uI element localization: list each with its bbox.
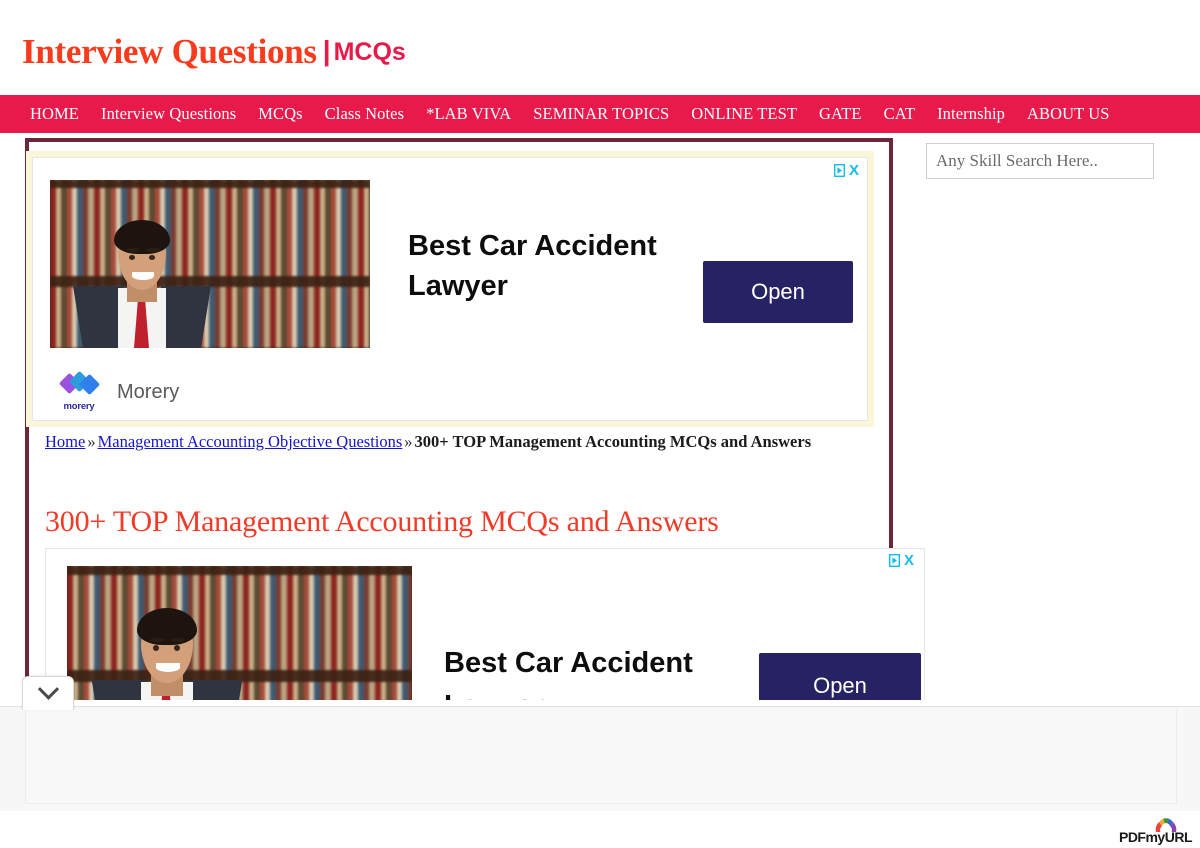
nav-item-about-us[interactable]: ABOUT US <box>1016 95 1121 133</box>
hair <box>114 220 170 254</box>
ad-open-button-bottom[interactable]: Open <box>759 653 921 700</box>
breadcrumb-current: 300+ TOP Management Accounting MCQs and … <box>414 432 812 451</box>
eyebrow-left <box>126 248 139 252</box>
hair <box>137 608 197 645</box>
eyebrow-right <box>171 638 185 642</box>
eye-right <box>174 645 180 651</box>
ad-image-top <box>50 180 370 348</box>
ad-image-person <box>73 180 211 348</box>
nav-item-interview-questions[interactable]: Interview Questions <box>90 95 247 133</box>
site-header: Interview Questions | MCQs <box>0 0 1200 95</box>
ad-headline-line2: Lawyer <box>408 270 508 302</box>
ad-headline-line2: Lawyer <box>444 685 744 700</box>
advertisement-top[interactable]: X Best Car Accident Lawyer Open morery M… <box>26 151 874 427</box>
nav-item-cat[interactable]: CAT <box>873 95 926 133</box>
sticky-ad-shelf <box>0 706 1200 811</box>
pdfmyurl-watermark: PDFmyURL <box>1119 818 1193 844</box>
nav-item-mcqs[interactable]: MCQs <box>247 95 313 133</box>
site-logo[interactable]: Interview Questions | MCQs <box>22 34 406 69</box>
breadcrumb: Home» Management Accounting Objective Que… <box>45 430 865 454</box>
ad-image-person <box>91 566 243 700</box>
ad-headline-line1: Best Car Accident <box>444 647 693 679</box>
ad-open-button-top[interactable]: Open <box>703 261 853 323</box>
ad-unit-top[interactable]: X Best Car Accident Lawyer Open morery M… <box>32 157 868 421</box>
site-logo-separator: | <box>322 35 331 66</box>
site-logo-sub: MCQs <box>333 38 406 66</box>
main-navigation: HOME Interview Questions MCQs Class Note… <box>0 95 1200 133</box>
ad-image-bottom <box>67 566 412 700</box>
eyebrow-left <box>150 638 164 642</box>
ad-headline-bottom: Best Car Accident Lawyer <box>444 642 744 700</box>
collapse-ad-button[interactable] <box>22 676 74 710</box>
nav-item-gate[interactable]: GATE <box>808 95 873 133</box>
page-footer-area <box>0 811 1200 848</box>
eye-left <box>153 645 159 651</box>
smile <box>156 663 180 672</box>
breadcrumb-separator: » <box>87 432 96 451</box>
nav-item-home[interactable]: HOME <box>30 95 90 133</box>
advertisement-bottom[interactable]: X Best Car Accident Open <box>45 548 925 700</box>
adchoices-icon[interactable] <box>888 553 901 568</box>
nav-item-class-notes[interactable]: Class Notes <box>314 95 415 133</box>
ad-advertiser-top[interactable]: morery Morery <box>53 370 180 412</box>
adchoices-controls[interactable]: X <box>833 163 859 178</box>
breadcrumb-category-link[interactable]: Management Accounting Objective Question… <box>98 432 403 451</box>
ad-headline-top: Best Car Accident Lawyer <box>408 226 698 306</box>
pdfmyurl-logo-icon <box>1155 817 1177 833</box>
eye-left <box>129 255 135 260</box>
ad-advertiser-name: Morery <box>117 380 180 403</box>
adchoices-icon[interactable] <box>833 163 846 178</box>
sticky-ad-slot[interactable] <box>25 709 1177 804</box>
morery-logo-text: morery <box>63 401 95 412</box>
nav-item-internship[interactable]: Internship <box>926 95 1016 133</box>
close-icon[interactable]: X <box>849 163 859 178</box>
chevron-down-icon <box>37 678 59 700</box>
adchoices-controls-bottom[interactable]: X <box>888 553 914 568</box>
search-input[interactable] <box>926 143 1154 179</box>
nav-item-lab-viva[interactable]: *LAB VIVA <box>415 95 522 133</box>
morery-logo-icon: morery <box>53 370 105 412</box>
close-icon[interactable]: X <box>904 553 914 568</box>
site-logo-main: Interview Questions <box>22 32 317 71</box>
eyebrow-right <box>146 248 159 252</box>
breadcrumb-home-link[interactable]: Home <box>45 432 85 451</box>
page-root: Interview Questions | MCQs HOME Interview … <box>0 0 1200 848</box>
ad-headline-line1: Best Car Accident <box>408 230 657 262</box>
smile <box>132 272 154 280</box>
nav-item-seminar-topics[interactable]: SEMINAR TOPICS <box>522 95 680 133</box>
eye-right <box>149 255 155 260</box>
page-title: 300+ TOP Management Accounting MCQs and … <box>45 505 719 538</box>
breadcrumb-separator: » <box>404 432 413 451</box>
nav-item-online-test[interactable]: ONLINE TEST <box>680 95 808 133</box>
